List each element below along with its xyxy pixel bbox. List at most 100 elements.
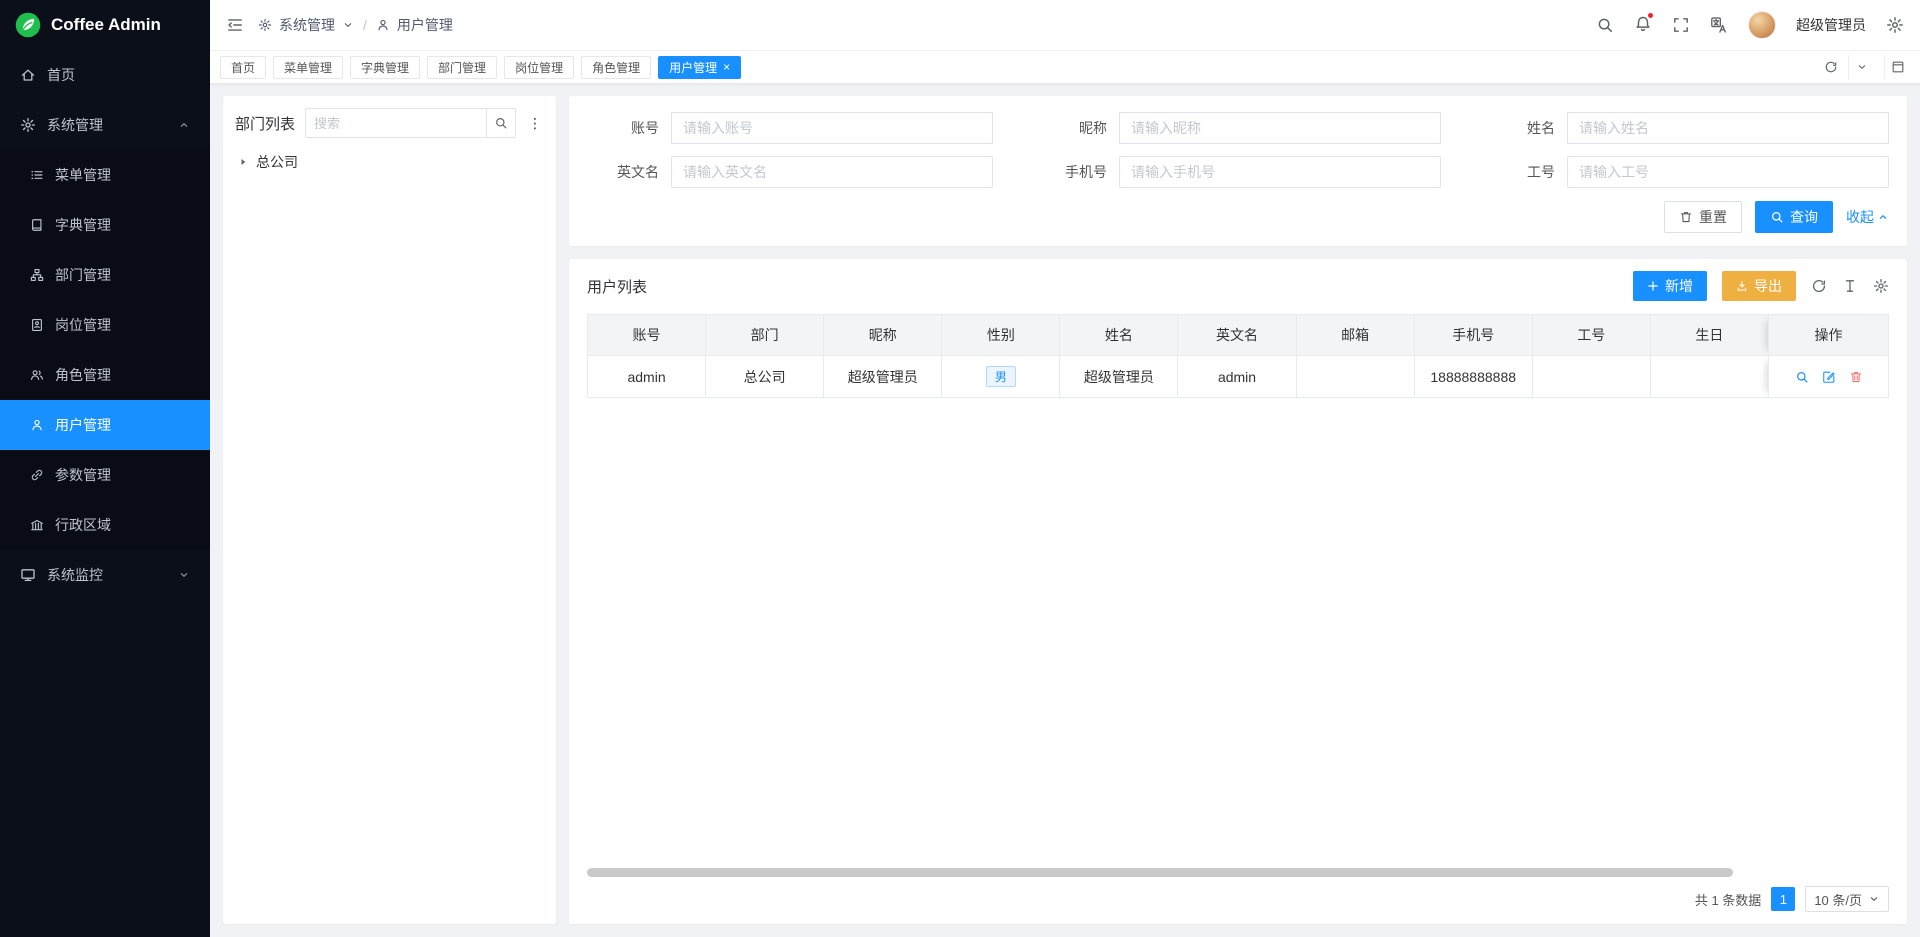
sidebar-item-label: 字典管理 [55,215,111,235]
filter-name-input[interactable] [1567,112,1889,144]
settings-gear-icon[interactable] [1886,16,1904,34]
reset-button-label: 重置 [1699,207,1727,227]
col-job-number: 工号 [1532,315,1650,356]
filter-job-number-input[interactable] [1567,156,1889,188]
filter-phone-input[interactable] [1119,156,1441,188]
col-email: 邮箱 [1296,315,1414,356]
breadcrumb: 系统管理 / 用户管理 [258,15,453,35]
delete-icon[interactable] [1849,370,1863,384]
tab-dept-management[interactable]: 部门管理 [427,56,497,79]
view-icon[interactable] [1795,370,1809,384]
sidebar-item-label: 用户管理 [55,415,111,435]
link-icon [30,468,44,482]
sidebar-item-post-management[interactable]: 岗位管理 [0,300,210,350]
tab-label: 用户管理 [669,59,717,76]
table-header-bar: 用户列表 新增 导出 [587,271,1889,301]
sidebar-item-user-management[interactable]: 用户管理 [0,400,210,450]
tabbar: 首页 菜单管理 字典管理 部门管理 岗位管理 角色管理 用户管理 × [210,50,1920,83]
export-button-label: 导出 [1754,276,1782,296]
org-tree-icon [30,268,44,282]
col-dept: 部门 [706,315,824,356]
sidebar-item-dept-management[interactable]: 部门管理 [0,250,210,300]
tab-actions-dropdown[interactable] [1848,55,1874,79]
collapse-filters-link[interactable]: 收起 [1846,207,1889,227]
user-table: 账号 部门 昵称 性别 姓名 英文名 邮箱 手机号 工号 生日 操作 [587,314,1889,398]
tab-role-management[interactable]: 角色管理 [581,56,651,79]
export-button[interactable]: 导出 [1722,271,1796,301]
horizontal-scrollbar-thumb[interactable] [587,868,1733,877]
more-options-icon[interactable]: ⋮ [526,115,544,132]
filter-phone: 手机号 [1035,156,1441,188]
sidebar-item-param-management[interactable]: 参数管理 [0,450,210,500]
list-icon [30,168,44,182]
filter-job-number: 工号 [1483,156,1889,188]
sidebar-item-region-management[interactable]: 行政区域 [0,500,210,550]
topbar-actions: 超级管理员 [1596,11,1904,39]
table-row: admin 总公司 超级管理员 男 超级管理员 admin 1888888888… [588,356,1889,398]
layout-toggle[interactable] [1884,55,1910,79]
tree-node-root[interactable]: 总公司 [235,152,544,172]
sidebar-item-system-management[interactable]: 系统管理 [0,100,210,150]
filter-nickname-label: 昵称 [1035,118,1107,138]
dept-search-input[interactable] [305,108,486,138]
gear-icon [258,18,272,32]
col-account: 账号 [588,315,706,356]
column-settings-gear-icon[interactable] [1873,278,1889,294]
username[interactable]: 超级管理员 [1796,15,1866,35]
sidebar-item-home[interactable]: 首页 [0,50,210,100]
tab-label: 岗位管理 [515,59,563,76]
table-title: 用户列表 [587,276,647,297]
main-area: 系统管理 / 用户管理 超级管理员 首页 菜单 [210,0,1920,937]
col-english-name: 英文名 [1178,315,1296,356]
add-button[interactable]: 新增 [1633,271,1707,301]
tab-menu-management[interactable]: 菜单管理 [273,56,343,79]
caret-right-icon[interactable] [237,156,249,168]
tab-label: 首页 [231,59,255,76]
filter-grid: 账号 昵称 姓名 英文名 [587,112,1889,188]
query-button[interactable]: 查询 [1755,201,1833,233]
sidebar-item-menu-management[interactable]: 菜单管理 [0,150,210,200]
pagination-page-1[interactable]: 1 [1771,887,1795,911]
tab-label: 角色管理 [592,59,640,76]
sidebar-item-system-monitor[interactable]: 系统监控 [0,550,210,600]
search-icon[interactable] [1596,16,1614,34]
tab-post-management[interactable]: 岗位管理 [504,56,574,79]
dept-search-button[interactable] [486,108,516,138]
sidebar-item-dict-management[interactable]: 字典管理 [0,200,210,250]
translate-icon[interactable] [1710,16,1728,34]
filter-account-label: 账号 [587,118,659,138]
monitor-icon [20,567,36,583]
filter-account-input[interactable] [671,112,993,144]
sidebar-item-label: 菜单管理 [55,165,111,185]
filter-nickname-input[interactable] [1119,112,1441,144]
tab-label: 字典管理 [361,59,409,76]
chevron-down-icon [1868,893,1880,905]
sidebar-item-label: 行政区域 [55,515,111,535]
tab-user-management[interactable]: 用户管理 × [658,56,741,79]
edit-icon[interactable] [1822,370,1836,384]
reset-button[interactable]: 重置 [1664,201,1742,233]
right-column: 账号 昵称 姓名 英文名 [569,96,1907,924]
notification-bell[interactable] [1634,15,1652,36]
refresh-icon[interactable] [1811,278,1827,294]
fullscreen-icon[interactable] [1672,16,1690,34]
sidebar: Coffee Admin 首页 系统管理 菜单管理 字典管理 [0,0,210,937]
pagination-page-size-select[interactable]: 10 条/页 [1805,886,1889,912]
filter-phone-label: 手机号 [1035,162,1107,182]
app-title: Coffee Admin [51,15,161,35]
filter-english-name-input[interactable] [671,156,993,188]
tabbar-tools [1824,55,1910,79]
tab-home[interactable]: 首页 [220,56,266,79]
breadcrumb-parent[interactable]: 系统管理 [279,15,335,35]
tab-dict-management[interactable]: 字典管理 [350,56,420,79]
menu-fold-icon[interactable] [226,16,244,34]
density-icon[interactable] [1842,278,1858,294]
refresh-icon[interactable] [1824,60,1838,74]
trash-icon [1679,210,1693,224]
pagination-total: 共 1 条数据 [1695,890,1761,909]
layout-icon [1891,60,1905,74]
sidebar-item-role-management[interactable]: 角色管理 [0,350,210,400]
tab-close-icon[interactable]: × [723,61,730,73]
add-button-label: 新增 [1665,276,1693,296]
user-avatar[interactable] [1748,11,1776,39]
